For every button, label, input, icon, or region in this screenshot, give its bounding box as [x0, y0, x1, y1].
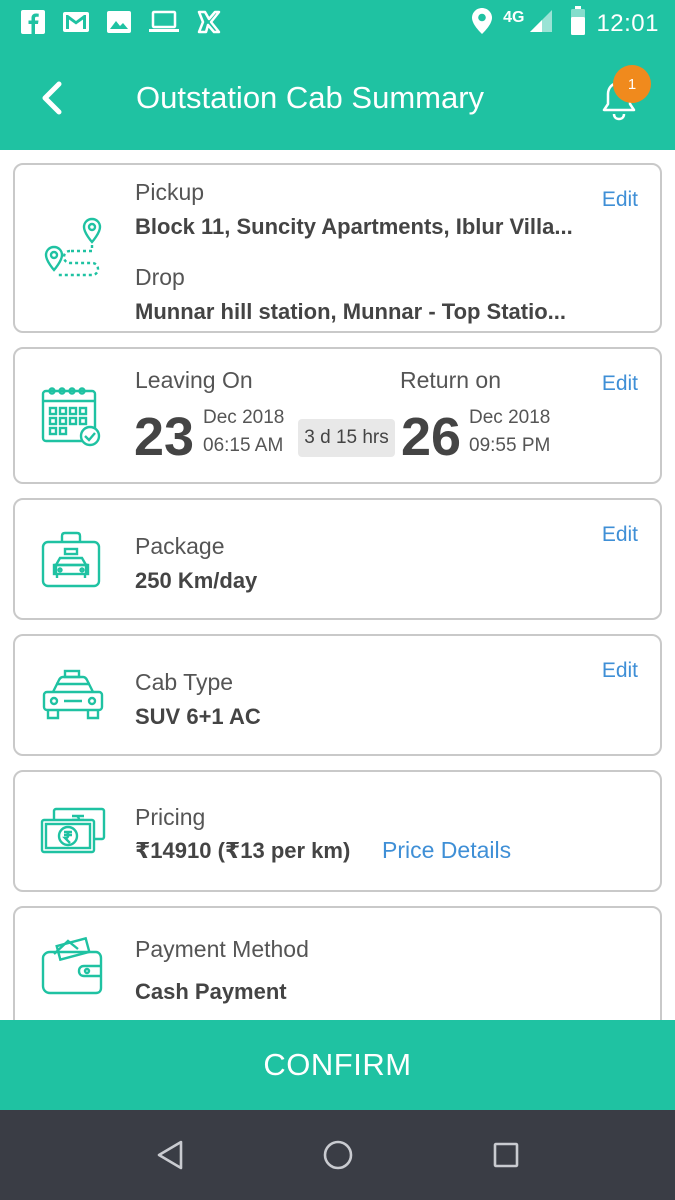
edit-dates-link[interactable]: Edit — [602, 372, 638, 396]
route-card: Pickup Block 11, Suncity Apartments, Ibl… — [13, 163, 662, 333]
battery-icon — [570, 6, 586, 41]
leaving-month-year: Dec 2018 — [203, 407, 285, 428]
wallet-icon — [40, 936, 104, 1003]
nav-recents-icon[interactable] — [486, 1135, 526, 1175]
return-month-year: Dec 2018 — [469, 407, 551, 428]
trip-duration: 3 d 15 hrs — [298, 419, 395, 457]
pricing-label: Pricing — [135, 804, 206, 830]
app-icon — [196, 9, 222, 35]
drop-label: Drop — [135, 264, 185, 290]
leaving-day: 23 — [134, 407, 195, 467]
back-arrow-icon — [42, 81, 62, 115]
app-bar: Outstation Cab Summary — [0, 48, 675, 150]
cab-type-card: Cab Type SUV 6+1 AC Edit — [13, 634, 662, 756]
package-taxi-icon — [40, 530, 104, 595]
notification-badge: 1 — [613, 65, 651, 103]
edit-cab-type-link[interactable]: Edit — [602, 659, 638, 683]
payment-value: Cash Payment — [135, 979, 287, 1004]
network-type: 4G — [503, 8, 525, 26]
pricing-card: Pricing ₹14910 (₹13 per km) Price Detail… — [13, 770, 662, 892]
return-day: 26 — [401, 407, 462, 467]
facebook-icon — [20, 9, 46, 35]
package-value: 250 Km/day — [135, 568, 258, 593]
laptop-icon — [148, 10, 180, 34]
route-map-icon — [40, 215, 106, 290]
leaving-label: Leaving On — [135, 367, 253, 393]
nav-back-icon[interactable] — [150, 1135, 190, 1175]
payment-label: Payment Method — [135, 936, 309, 962]
package-card: Package 250 Km/day Edit — [13, 498, 662, 620]
return-label: Return on — [400, 367, 502, 393]
clock: 12:01 — [596, 9, 659, 37]
confirm-button[interactable]: CONFIRM — [0, 1020, 675, 1110]
calendar-icon — [40, 383, 104, 454]
signal-icon — [528, 8, 554, 39]
status-bar: 4G 12:01 — [0, 0, 675, 48]
cab-type-label: Cab Type — [135, 669, 234, 695]
edit-package-link[interactable]: Edit — [602, 523, 638, 547]
system-nav-bar — [0, 1110, 675, 1200]
pickup-label: Pickup — [135, 179, 205, 205]
cab-type-value: SUV 6+1 AC — [135, 704, 261, 729]
package-label: Package — [135, 533, 225, 559]
drop-value: Munnar hill station, Munnar - Top Statio… — [135, 299, 567, 324]
price-details-link[interactable]: Price Details — [382, 837, 511, 864]
nav-home-icon[interactable] — [318, 1135, 358, 1175]
gmail-icon — [62, 11, 90, 33]
back-button[interactable] — [30, 76, 74, 120]
page-title: Outstation Cab Summary — [136, 80, 485, 115]
car-icon — [40, 668, 106, 727]
money-icon — [40, 806, 106, 861]
dates-card: Leaving On Return on Edit 23 Dec 2018 06… — [13, 347, 662, 484]
gallery-icon — [106, 10, 132, 34]
pricing-value: ₹14910 (₹13 per km) — [135, 838, 351, 863]
return-time: 09:55 PM — [469, 435, 551, 456]
pickup-value: Block 11, Suncity Apartments, Iblur Vill… — [135, 214, 573, 239]
edit-route-link[interactable]: Edit — [602, 188, 638, 212]
location-icon — [471, 7, 493, 40]
leaving-time: 06:15 AM — [203, 435, 284, 456]
